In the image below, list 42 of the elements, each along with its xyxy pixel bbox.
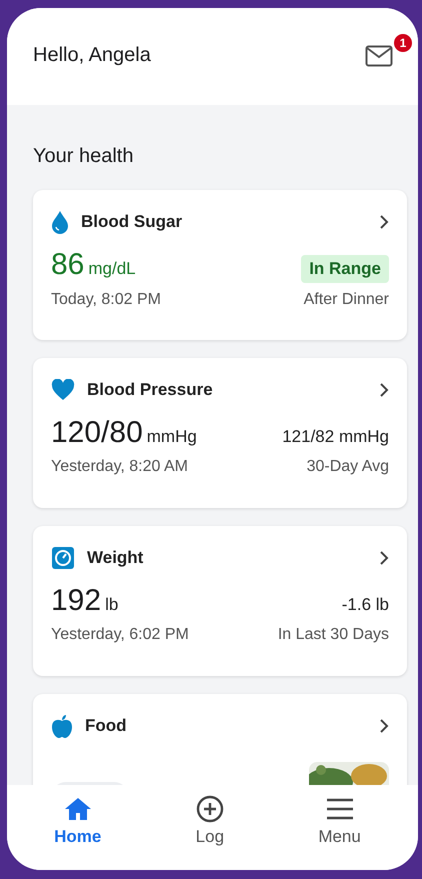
nav-tab[interactable]: Log [184,785,236,848]
inbox-button[interactable] [364,44,394,68]
menu-icon [324,797,355,821]
unit-label: lb [105,595,118,614]
add-icon [196,795,224,823]
note-label: After Dinner [304,291,389,309]
status-badge: In Range [301,255,389,283]
drop-icon [51,210,69,234]
metric-card[interactable]: Blood Sugar 86 mg/dL In Range Today, 8:02 PM After Dinner [33,190,407,340]
card-title: Food [85,716,128,736]
average-value: 121/82 mmHg [282,427,389,447]
mail-icon [365,44,393,66]
unit-label: mg/dL [88,259,136,278]
section-title: Your health [33,145,134,168]
chevron-right-icon [379,214,389,230]
notification-badge: 1 [393,32,413,52]
chevron-right-icon [379,550,389,566]
metric-value: 120/80 [51,416,143,449]
chevron-right-icon [379,382,389,398]
metric-value: 86 [51,248,84,281]
home-icon [64,797,92,821]
metric-card[interactable]: Weight 192 lb -1.6 lb Yesterday, 6:02 PM In Last 30 Days [33,526,407,676]
heart-icon [51,379,75,401]
average-value: -1.6 lb [342,595,389,615]
timestamp: Yesterday, 8:20 AM [51,458,188,476]
card-title: Blood Sugar [81,212,184,232]
timestamp: Yesterday, 6:02 PM [51,626,189,644]
chevron-right-icon [379,718,389,734]
metric-value: 192 [51,584,102,617]
metric-card[interactable]: Food [33,694,407,785]
nav-tab[interactable]: Home [42,785,114,848]
card-title: Weight [87,548,144,568]
metric-card[interactable]: Blood Pressure 120/80 mmHg 121/82 mmHg Yesterday, 8:20 AM 30-Day Avg [33,358,407,508]
note-label: In Last 30 Days [278,626,389,644]
unit-label: mmHg [146,427,197,446]
timestamp: Today, 8:02 PM [51,291,161,309]
greeting: Hello, Angela [33,44,151,67]
note-label: 30-Day Avg [306,458,389,476]
apple-icon [51,714,73,738]
nav-tab[interactable]: Menu [306,785,373,848]
scale-icon [51,546,75,570]
card-title: Blood Pressure [87,380,214,400]
